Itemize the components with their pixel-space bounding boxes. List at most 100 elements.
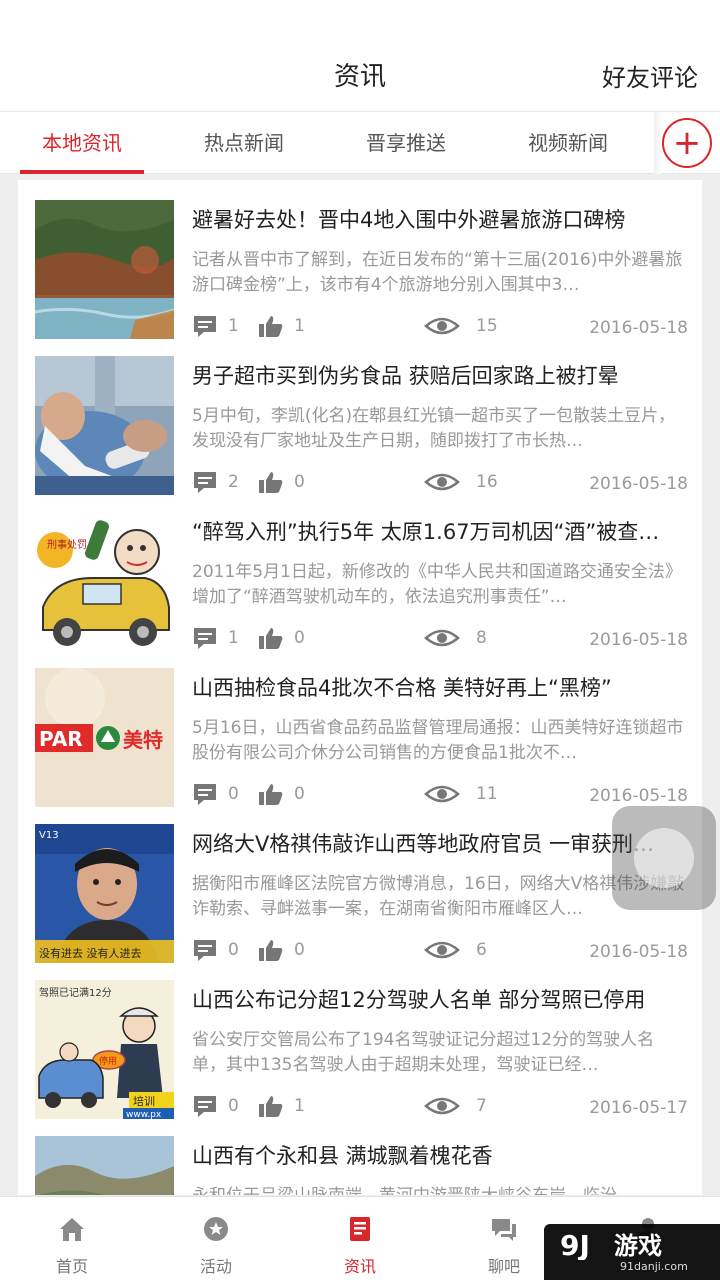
news-item[interactable]: V13 没有进去 没有人进去 网络大V格祺伟敲诈山西等地政府官员 一审获刑… 据…	[18, 804, 702, 963]
view-icon	[424, 785, 460, 803]
comment-icon	[194, 628, 216, 649]
home-icon	[60, 1218, 84, 1241]
nav-activity[interactable]: 活动	[144, 1197, 288, 1280]
news-title: 山西有个永和县 满城飘着槐花香	[192, 1144, 493, 1168]
like-count: 0	[294, 628, 305, 648]
brand-text-left: PAR	[39, 727, 83, 751]
news-item[interactable]: 避暑好去处！晋中4地入围中外避暑旅游口碑榜 记者从晋中市了解到，在近日发布的“第…	[18, 180, 702, 339]
comment-count: 0	[228, 784, 239, 804]
site-watermark: 9J 游戏 91danji.com	[544, 1224, 720, 1280]
nav-label: 首页	[55, 1257, 88, 1276]
like-count: 0	[294, 940, 305, 960]
comment-count: 0	[228, 1096, 239, 1116]
tab-local-news[interactable]: 本地资讯	[20, 112, 144, 174]
news-thumbnail	[35, 1136, 174, 1195]
view-icon	[424, 941, 460, 959]
stop-sign-text: 停用	[99, 1055, 117, 1067]
news-title: 避暑好去处！晋中4地入围中外避暑旅游口碑榜	[192, 208, 626, 232]
nav-news[interactable]: 资讯	[288, 1197, 432, 1280]
comment-count: 1	[228, 628, 239, 648]
view-count: 11	[476, 784, 498, 804]
news-thumbnail: 刑事处罚	[35, 512, 174, 651]
watermark-url: 91danji.com	[620, 1260, 688, 1273]
comment-icon	[194, 784, 216, 805]
news-meta: 0 1 7 2016-05-17	[192, 1094, 688, 1118]
watermark-text: 游戏	[614, 1232, 662, 1260]
comment-icon	[194, 316, 216, 337]
nav-home[interactable]: 首页	[0, 1197, 144, 1280]
floating-assist-button[interactable]	[612, 806, 716, 910]
view-count: 7	[476, 1096, 487, 1116]
comment-icon	[194, 1096, 216, 1117]
news-summary: 省公安厅交管局公布了194名驾驶证记分超过12分的驾驶人名单，其中135名驾驶人…	[192, 1030, 655, 1075]
news-summary: 永和位于吕梁山脉南端，黄河中游晋陕大峡谷东岸，临汾…	[192, 1184, 686, 1195]
floating-ball-dot	[634, 828, 694, 888]
comment-icon	[194, 940, 216, 961]
news-thumbnail: 驾照已记满12分 停用 培训 www.px	[35, 980, 174, 1119]
add-category-button[interactable]: +	[662, 118, 712, 168]
like-count: 1	[294, 1096, 305, 1116]
comment-count: 1	[228, 316, 239, 336]
like-icon[interactable]	[258, 782, 284, 806]
news-meta: 1 0 8 2016-05-18	[192, 626, 688, 650]
like-count: 0	[294, 784, 305, 804]
video-overlay-text: 没有进去 没有人进去	[39, 946, 142, 960]
view-count: 15	[476, 316, 498, 336]
news-icon	[350, 1217, 370, 1241]
news-title: 男子超市买到伪劣食品 获赔后回家路上被打晕	[192, 364, 619, 388]
friend-comments-link[interactable]: 好友评论	[602, 58, 698, 93]
watermark-logo-text: 9J	[560, 1229, 590, 1260]
tab-video-news[interactable]: 视频新闻	[506, 112, 630, 174]
tab-hot-news[interactable]: 热点新闻	[182, 112, 306, 174]
news-summary: 5月16日，山西省食品药品监督管理局通报：山西美特好连锁超市股份有限公司介休分公…	[192, 718, 684, 763]
comment-count: 2	[228, 472, 239, 492]
banner-text: 培训	[133, 1094, 155, 1108]
view-icon	[424, 317, 460, 335]
news-meta: 0 0 6 2016-05-18	[192, 938, 688, 962]
news-title: 山西抽检食品4批次不合格 美特好再上“黑榜”	[192, 676, 612, 700]
chat-icon	[492, 1219, 516, 1241]
news-thumbnail: V13 没有进去 没有人进去	[35, 824, 174, 963]
view-count: 6	[476, 940, 487, 960]
news-item[interactable]: 山西有个永和县 满城飘着槐花香 永和位于吕梁山脉南端，黄河中游晋陕大峡谷东岸，临…	[18, 1116, 702, 1195]
view-icon	[424, 473, 460, 491]
news-item[interactable]: 刑事处罚 “醉驾入刑”执行5年 太原1.67万司机因“酒”被查… 2011年5月…	[18, 492, 702, 651]
news-thumbnail	[35, 356, 174, 495]
category-tabs: 本地资讯 热点新闻 晋享推送 视频新闻 +	[0, 112, 720, 174]
nav-label: 资讯	[343, 1257, 376, 1276]
like-icon[interactable]	[258, 938, 284, 962]
brand-text-right: 美特	[123, 728, 163, 752]
tv-tag: V13	[39, 830, 59, 841]
comment-icon	[194, 472, 216, 493]
like-icon[interactable]	[258, 470, 284, 494]
view-icon	[424, 629, 460, 647]
news-thumbnail: PAR 美特	[35, 668, 174, 807]
news-meta: 0 0 11 2016-05-18	[192, 782, 688, 806]
comment-count: 0	[228, 940, 239, 960]
news-item[interactable]: PAR 美特 山西抽检食品4批次不合格 美特好再上“黑榜” 5月16日，山西省食…	[18, 648, 702, 807]
news-title: “醉驾入刑”执行5年 太原1.67万司机因“酒”被查…	[192, 520, 660, 544]
news-meta: 1 1 15 2016-05-18	[192, 314, 688, 338]
tab-divider	[654, 112, 662, 174]
nav-label: 活动	[199, 1257, 232, 1276]
news-list[interactable]: 避暑好去处！晋中4地入围中外避暑旅游口碑榜 记者从晋中市了解到，在近日发布的“第…	[18, 180, 702, 1195]
view-icon	[424, 1097, 460, 1115]
tab-jinxiang-push[interactable]: 晋享推送	[344, 112, 468, 174]
like-count: 1	[294, 316, 305, 336]
cartoon-caption: 驾照已记满12分	[39, 987, 112, 999]
sign-text: 刑事处罚	[47, 538, 87, 551]
news-meta: 2 0 16 2016-05-18	[192, 470, 688, 494]
plus-icon: +	[672, 123, 702, 163]
news-item[interactable]: 驾照已记满12分 停用 培训 www.px 山西公布记分超12分驾驶人名单 部分…	[18, 960, 702, 1119]
news-thumbnail	[35, 200, 174, 339]
star-badge-icon	[204, 1217, 228, 1241]
view-count: 8	[476, 628, 487, 648]
app-header: 资讯 好友评论	[0, 0, 720, 112]
like-icon[interactable]	[258, 626, 284, 650]
like-icon[interactable]	[258, 314, 284, 338]
like-icon[interactable]	[258, 1094, 284, 1118]
watermark-logo: 9J	[560, 1229, 590, 1260]
news-item[interactable]: 男子超市买到伪劣食品 获赔后回家路上被打晕 5月中旬，李凯(化名)在郫县红光镇一…	[18, 336, 702, 495]
news-summary: 2011年5月1日起，新修改的《中华人民共和国道路交通安全法》增加了“醉酒驾驶机…	[192, 562, 682, 607]
news-title: 山西公布记分超12分驾驶人名单 部分驾照已停用	[192, 988, 646, 1012]
